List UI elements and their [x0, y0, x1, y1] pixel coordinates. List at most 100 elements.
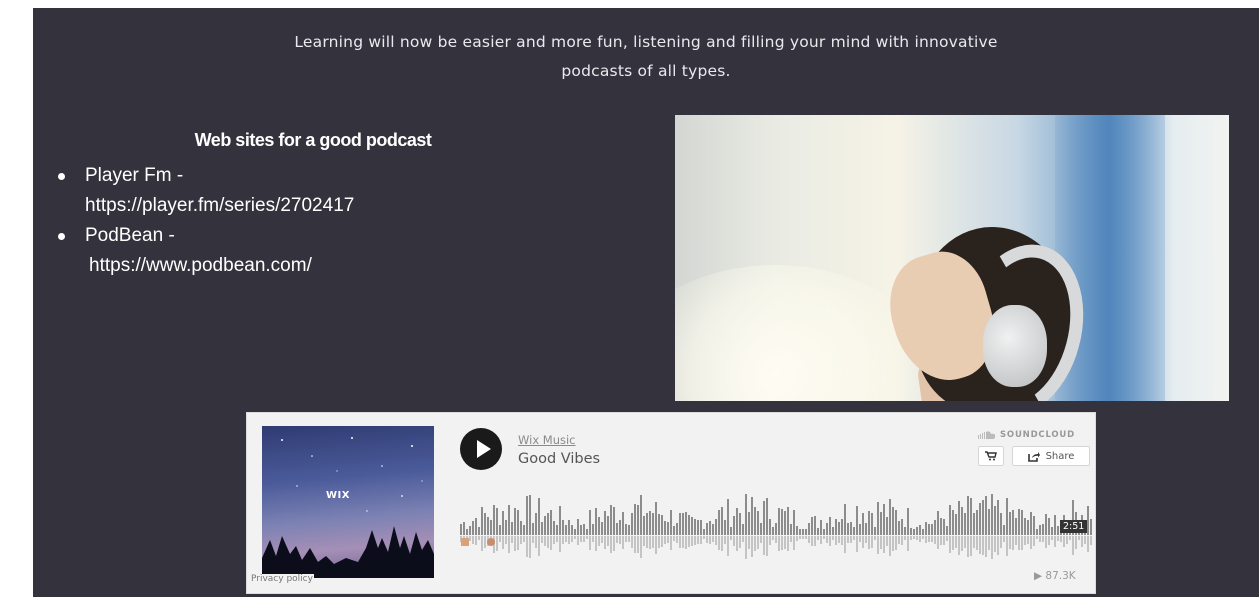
waveform-bar: [958, 501, 960, 535]
waveform[interactable]: [460, 487, 1092, 559]
waveform-bar: [547, 513, 549, 535]
play-button[interactable]: [460, 428, 502, 470]
play-count-value: 87.3K: [1045, 570, 1076, 582]
waveform-reflection-bar: [1045, 536, 1047, 548]
waveform-bar: [910, 528, 912, 535]
waveform-bar: [976, 510, 978, 535]
artist-link[interactable]: Wix Music: [518, 433, 576, 447]
waveform-bar: [784, 511, 786, 535]
waveform-bar: [754, 507, 756, 535]
waveform-bar: [715, 519, 717, 535]
waveform-bar: [793, 510, 795, 535]
site-url-link[interactable]: https://player.fm/series/2702417: [85, 191, 515, 221]
waveform-bar: [1021, 510, 1023, 535]
waveform-reflection-bar: [988, 536, 990, 550]
waveform-reflection-bar: [754, 536, 756, 551]
waveform-reflection-bar: [862, 536, 864, 548]
waveform-reflection-bar: [634, 536, 636, 553]
waveform-bar: [727, 499, 729, 535]
sites-heading: Web sites for a good podcast: [194, 130, 432, 150]
waveform-reflection-bar: [1090, 536, 1092, 545]
waveform-bar: [817, 528, 819, 535]
waveform-reflection-bar: [811, 536, 813, 546]
waveform-reflection-bar: [640, 536, 642, 558]
waveform-bar: [544, 516, 546, 535]
site-url-link[interactable]: https://www.podbean.com/: [85, 251, 515, 281]
waveform-bar: [652, 513, 654, 535]
waveform-reflection-bar: [613, 536, 615, 551]
waveform-reflection-bar: [736, 536, 738, 551]
waveform-reflection-bar: [616, 536, 618, 543]
waveform-bar: [892, 507, 894, 535]
waveform-reflection-bar: [838, 536, 840, 543]
waveform-bar: [1090, 519, 1092, 535]
waveform-reflection-bar: [976, 536, 978, 550]
waveform-bar: [820, 520, 822, 535]
waveform-reflection-bar: [1036, 536, 1038, 539]
waveform-reflection-bar: [1006, 536, 1008, 556]
waveform-bar: [919, 525, 921, 535]
waveform-bar: [493, 505, 495, 535]
waveform-reflection-bar: [778, 536, 780, 551]
headphones-photo: [675, 115, 1229, 401]
intro-line-1: Learning will now be easier and more fun…: [294, 33, 998, 51]
waveform-reflection-bar: [1024, 536, 1026, 545]
waveform-bar: [1006, 498, 1008, 535]
waveform-bar: [622, 512, 624, 535]
waveform-reflection-bar: [676, 536, 678, 543]
waveform-reflection-bar: [997, 536, 999, 555]
waveform-reflection-bar: [1069, 536, 1071, 540]
waveform-reflection-bar: [931, 536, 933, 542]
waveform-reflection-bar: [559, 536, 561, 552]
waveform-bar: [994, 506, 996, 535]
waveform-bar: [991, 494, 993, 535]
waveform-bar: [982, 500, 984, 535]
waveform-reflection-bar: [628, 536, 630, 542]
waveform-reflection-bar: [865, 536, 867, 543]
waveform-bar: [877, 502, 879, 535]
waveform-reflection-bar: [916, 536, 918, 540]
privacy-policy-link[interactable]: Privacy policy: [250, 574, 314, 584]
waveform-bar: [685, 512, 687, 535]
waveform-reflection-bar: [910, 536, 912, 540]
soundcloud-logo[interactable]: SOUNDCLOUD: [978, 430, 1075, 440]
waveform-bar: [973, 513, 975, 535]
waveform-reflection-bar: [985, 536, 987, 557]
trees-silhouette: [262, 526, 434, 578]
waveform-bar: [640, 495, 642, 535]
comment-markers[interactable]: [461, 536, 501, 550]
waveform-bar: [853, 527, 855, 535]
waveform-reflection-bar: [658, 536, 660, 548]
buy-button[interactable]: [978, 446, 1004, 466]
waveform-reflection-bar: [895, 536, 897, 550]
soundcloud-player: WIX Privacy policy Wix Music Good Vibes …: [246, 412, 1096, 594]
track-title[interactable]: Good Vibes: [518, 451, 600, 467]
waveform-bar: [787, 507, 789, 535]
waveform-bar: [763, 501, 765, 535]
waveform-reflection-bar: [1030, 536, 1032, 549]
waveform-bar: [556, 525, 558, 535]
waveform-reflection-bar: [565, 536, 567, 542]
waveform-bar: [757, 511, 759, 535]
waveform-bar: [526, 496, 528, 535]
waveform-bar: [808, 523, 810, 535]
waveform-reflection-bar: [703, 536, 705, 539]
waveform-reflection-bar: [1078, 536, 1080, 540]
waveform-bar: [529, 495, 531, 535]
waveform-reflection-bar: [511, 536, 513, 543]
waveform-reflection-bar: [901, 536, 903, 545]
share-button[interactable]: Share: [1012, 446, 1090, 466]
waveform-bar: [463, 522, 465, 535]
waveform-bar: [1048, 518, 1050, 535]
waveform-reflection-bar: [1063, 536, 1065, 547]
track-cover-art[interactable]: WIX: [262, 426, 434, 578]
waveform-reflection-bar: [568, 536, 570, 544]
waveform-bar: [511, 522, 513, 535]
waveform-bar: [823, 529, 825, 535]
waveform-bar: [802, 529, 804, 535]
waveform-bar: [670, 510, 672, 535]
waveform-bar: [631, 513, 633, 535]
waveform-bar: [862, 513, 864, 535]
waveform-reflection-bar: [652, 536, 654, 548]
waveform-reflection-bar: [529, 536, 531, 558]
